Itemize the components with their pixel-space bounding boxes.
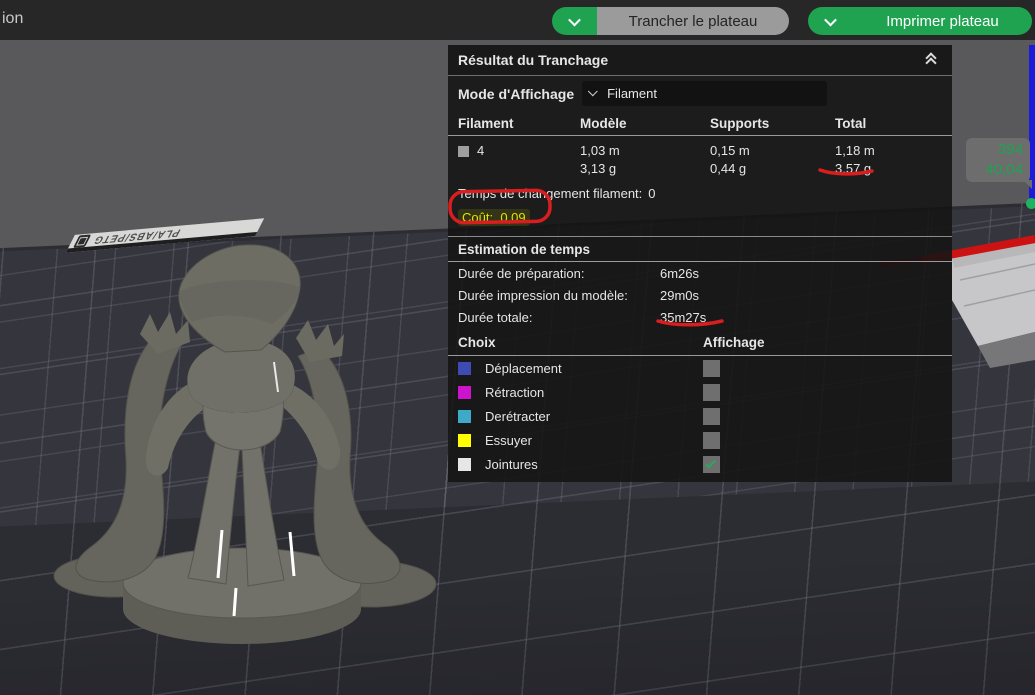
time-section-title: Estimation de temps xyxy=(448,237,952,262)
filament-table-header: Filament Modèle Supports Total xyxy=(448,111,952,136)
cost-value: Coût: 0,09 xyxy=(458,208,530,226)
color-swatch xyxy=(458,385,471,399)
checkbox-deplacement[interactable] xyxy=(703,359,720,377)
model-usage-cell: 1,03 m 3,13 g xyxy=(580,143,620,176)
slice-plate-button[interactable]: Trancher le plateau xyxy=(597,7,789,35)
time-row: Durée impression du modèle: 29m0s xyxy=(458,287,700,303)
panel-title: Résultat du Tranchage xyxy=(458,52,609,68)
filament-table-row: 4 1,03 m 3,13 g 0,15 m 0,44 g 1,18 m 3,5… xyxy=(448,140,952,178)
filament-change-row: Temps de changement filament: 0 xyxy=(458,185,656,201)
col-supports: Supports xyxy=(710,115,770,131)
support-usage-cell: 0,15 m 0,44 g xyxy=(710,143,750,176)
display-mode-row: Mode d'Affichage Filament xyxy=(448,76,952,111)
total-usage-cell: 1,18 m 3,57 g xyxy=(835,143,875,176)
time-row: Durée totale: 35m27s xyxy=(458,309,707,325)
option-row-jointures: Jointures xyxy=(448,452,952,476)
option-row-deretracter: Derétracter xyxy=(448,404,952,428)
filament-swatch xyxy=(458,145,469,157)
slice-result-panel: Résultat du Tranchage Mode d'Affichage F… xyxy=(448,45,952,482)
slice-dropdown-button[interactable] xyxy=(552,7,597,35)
options-header: Choix Affichage xyxy=(448,330,952,356)
print-dropdown-button[interactable] xyxy=(808,7,853,35)
slice-combo-button: Trancher le plateau xyxy=(552,7,789,35)
display-mode-dropdown[interactable]: Filament xyxy=(582,81,828,106)
panel-header: Résultat du Tranchage xyxy=(448,45,952,76)
filament-id-cell: 4 xyxy=(458,142,580,160)
display-mode-label: Mode d'Affichage xyxy=(458,85,575,102)
window-title-fragment: ion xyxy=(2,10,24,27)
checkbox-essuyer[interactable] xyxy=(703,431,720,449)
col-filament: Filament xyxy=(458,115,514,131)
checkbox-deretracter[interactable] xyxy=(703,407,720,425)
layer-height: 40,04 xyxy=(985,161,1023,178)
layer-tooltip: 394 40,04 xyxy=(966,138,1032,189)
panel-body: Mode d'Affichage Filament Filament Modèl… xyxy=(448,76,952,482)
slicer-app: PLA/ABS/PETG 394 40,04 ion Trancher le p… xyxy=(0,0,1035,695)
chevron-down-icon xyxy=(568,13,581,26)
cost-row: Coût: 0,09 xyxy=(448,204,952,230)
print-plate-button[interactable]: Imprimer plateau xyxy=(853,7,1032,35)
checkbox-retraction[interactable] xyxy=(703,383,720,401)
chevron-down-icon xyxy=(824,13,837,26)
plate-logo-icon xyxy=(73,233,92,248)
option-row-retraction: Rétraction xyxy=(448,380,952,404)
display-mode-value: Filament xyxy=(607,86,657,101)
color-swatch xyxy=(458,433,471,447)
color-swatch xyxy=(458,409,471,423)
top-toolbar: ion Trancher le plateau Imprimer plateau xyxy=(0,0,1035,40)
checkbox-jointures[interactable] xyxy=(703,455,720,473)
chevron-down-icon xyxy=(587,86,598,97)
time-row: Durée de préparation: 6m26s xyxy=(458,265,700,281)
print-combo-button: Imprimer plateau xyxy=(808,7,1032,35)
col-model: Modèle xyxy=(580,115,627,131)
option-row-deplacement: Déplacement xyxy=(448,356,952,380)
plate-material-label: PLA/ABS/PETG xyxy=(91,226,183,246)
layer-number: 394 xyxy=(997,141,1023,158)
color-swatch xyxy=(458,457,471,471)
color-swatch xyxy=(458,361,471,375)
col-total: Total xyxy=(835,115,867,131)
option-row-essuyer: Essuyer xyxy=(448,428,952,452)
layer-slider-handle[interactable] xyxy=(1026,198,1035,209)
collapse-icon[interactable] xyxy=(924,52,940,69)
